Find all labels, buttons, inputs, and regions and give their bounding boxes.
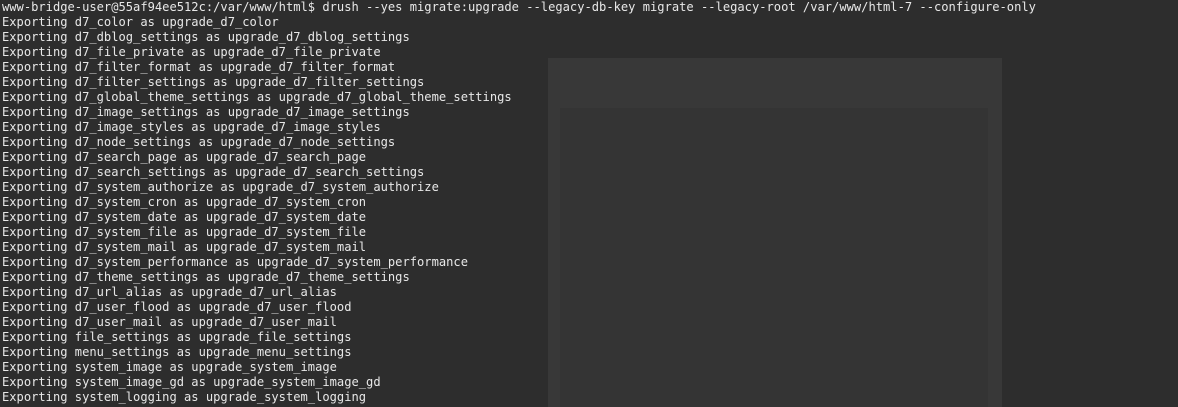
output-line: Exporting d7_search_settings as upgrade_… xyxy=(2,165,425,179)
output-line: Exporting d7_theme_settings as upgrade_d… xyxy=(2,270,410,284)
output-line: Exporting d7_url_alias as upgrade_d7_url… xyxy=(2,285,337,299)
output-line: Exporting d7_file_private as upgrade_d7_… xyxy=(2,45,381,59)
output-line: Exporting d7_system_date as upgrade_d7_s… xyxy=(2,210,367,224)
output-line: Exporting d7_system_cron as upgrade_d7_s… xyxy=(2,195,367,209)
output-line: Exporting d7_global_theme_settings as up… xyxy=(2,90,512,104)
output-line: Exporting d7_color as upgrade_d7_color xyxy=(2,15,279,29)
output-line: Exporting system_image as upgrade_system… xyxy=(2,360,337,374)
output-line: Exporting menu_settings as upgrade_menu_… xyxy=(2,345,352,359)
output-line: Exporting d7_filter_format as upgrade_d7… xyxy=(2,60,396,74)
output-line: Exporting d7_system_authorize as upgrade… xyxy=(2,180,439,194)
output-line: Exporting system_image_gd as upgrade_sys… xyxy=(2,375,381,389)
output-line: Exporting d7_system_mail as upgrade_d7_s… xyxy=(2,240,367,254)
output-line: Exporting d7_image_styles as upgrade_d7_… xyxy=(2,120,381,134)
output-line: Exporting d7_system_file as upgrade_d7_s… xyxy=(2,225,367,239)
terminal-output[interactable]: www-bridge-user@55af94ee512c:/var/www/ht… xyxy=(0,0,1178,405)
output-line: Exporting d7_node_settings as upgrade_d7… xyxy=(2,135,396,149)
output-line: Exporting d7_dblog_settings as upgrade_d… xyxy=(2,30,410,44)
output-line: Exporting system_logging as upgrade_syst… xyxy=(2,390,367,404)
terminal-window[interactable]: www-bridge-user@55af94ee512c:/var/www/ht… xyxy=(0,0,1178,407)
output-line: Exporting d7_user_flood as upgrade_d7_us… xyxy=(2,300,352,314)
output-line: Exporting file_settings as upgrade_file_… xyxy=(2,330,352,344)
output-line: Exporting d7_user_mail as upgrade_d7_use… xyxy=(2,315,337,329)
output-line: Exporting d7_image_settings as upgrade_d… xyxy=(2,105,410,119)
prompt-line: www-bridge-user@55af94ee512c:/var/www/ht… xyxy=(2,0,1036,14)
output-line: Exporting d7_filter_settings as upgrade_… xyxy=(2,75,425,89)
output-line: Exporting d7_search_page as upgrade_d7_s… xyxy=(2,150,367,164)
output-line: Exporting d7_system_performance as upgra… xyxy=(2,255,468,269)
